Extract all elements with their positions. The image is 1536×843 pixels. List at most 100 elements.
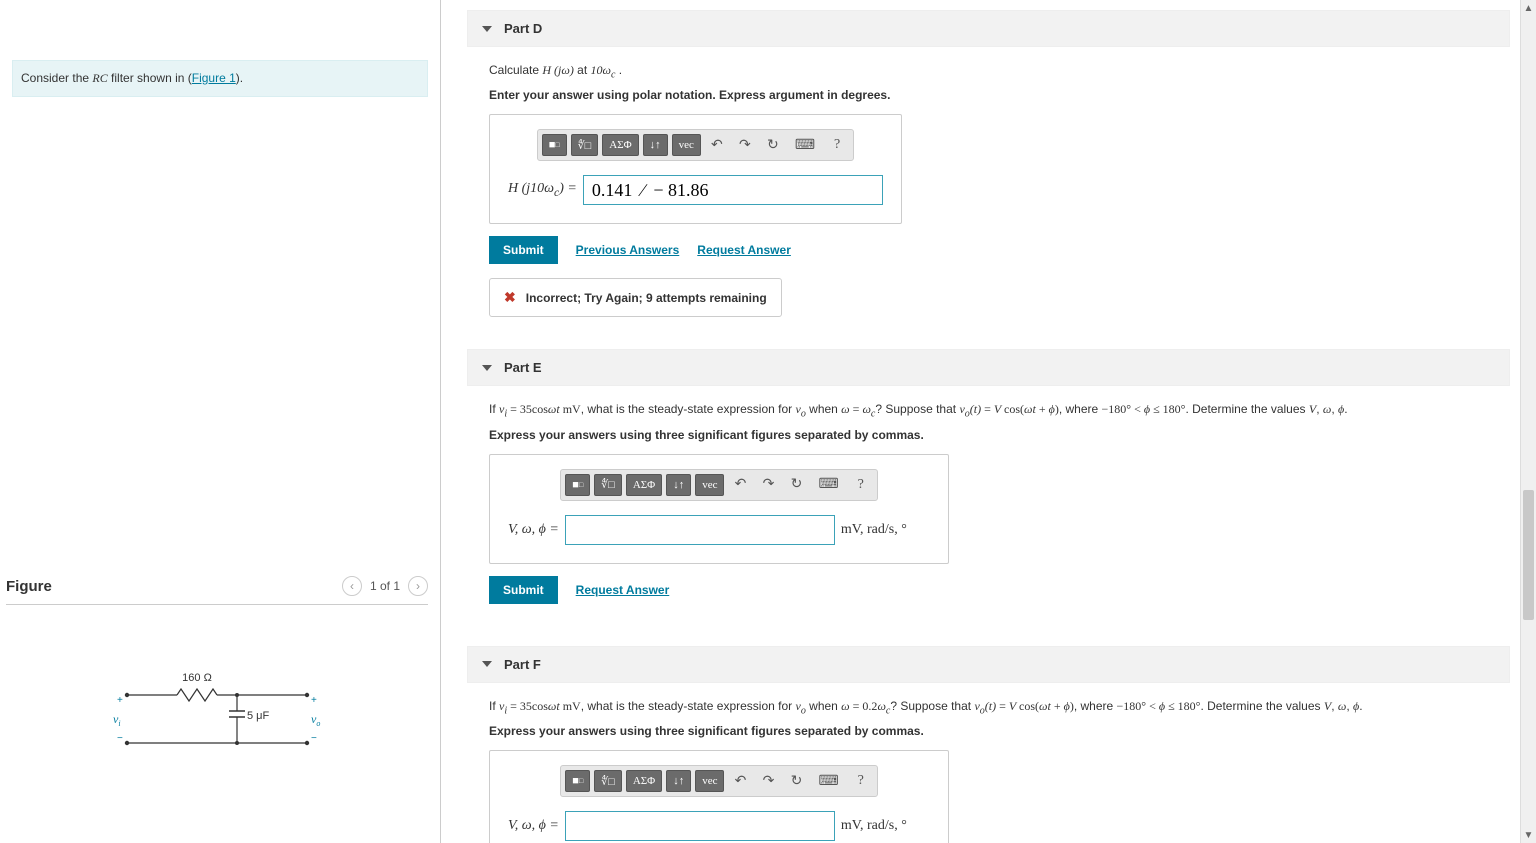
help-button[interactable]: ? bbox=[849, 770, 873, 792]
part-f-header[interactable]: Part F bbox=[467, 646, 1510, 683]
part-d-answer-input[interactable] bbox=[583, 175, 883, 205]
part-e-prompt: If vi = 35cosωt mV, what is the steady-s… bbox=[489, 400, 1488, 421]
reset-button[interactable]: ↻ bbox=[784, 474, 808, 496]
greek-button[interactable]: ΑΣΦ bbox=[602, 134, 638, 156]
figure-prev-button[interactable]: ‹ bbox=[342, 576, 362, 596]
part-d-feedback: ✖ Incorrect; Try Again; 9 attempts remai… bbox=[489, 278, 782, 317]
sqrt-button[interactable]: ∜□ bbox=[594, 474, 622, 496]
part-e-answer-input[interactable] bbox=[565, 515, 835, 545]
scroll-thumb[interactable] bbox=[1523, 490, 1534, 620]
part-d: Part D Calculate H (jω) at 10ωc . Enter … bbox=[467, 10, 1510, 331]
request-answer-link[interactable]: Request Answer bbox=[697, 243, 791, 257]
right-panel: Part D Calculate H (jω) at 10ωc . Enter … bbox=[441, 0, 1536, 843]
vec-button[interactable]: vec bbox=[695, 770, 724, 792]
caret-down-icon bbox=[482, 26, 492, 32]
reset-button[interactable]: ↻ bbox=[784, 770, 808, 792]
undo-button[interactable]: ↶ bbox=[728, 770, 752, 792]
svg-text:−: − bbox=[117, 733, 123, 744]
submit-button[interactable]: Submit bbox=[489, 576, 558, 604]
figure-body[interactable]: 160 Ω 5 μF + vi − + vo − bbox=[6, 605, 428, 835]
part-d-answer-box: ■□ ∜□ ΑΣΦ ↓↑ vec ↶ ↷ ↻ ⌨ ? H (j10ω bbox=[489, 114, 902, 224]
keyboard-button[interactable]: ⌨ bbox=[789, 134, 821, 156]
caret-down-icon bbox=[482, 365, 492, 371]
svg-text:vo: vo bbox=[311, 712, 320, 728]
part-f-prompt: If vi = 35cosωt mV, what is the steady-s… bbox=[489, 697, 1488, 718]
keyboard-button[interactable]: ⌨ bbox=[812, 474, 844, 496]
greek-button[interactable]: ΑΣΦ bbox=[626, 474, 662, 496]
sqrt-button[interactable]: ∜□ bbox=[594, 770, 622, 792]
part-f-instruction: Express your answers using three signifi… bbox=[489, 724, 1488, 738]
problem-text-prefix: Consider the bbox=[21, 71, 92, 85]
scroll-down-icon[interactable]: ▼ bbox=[1521, 827, 1536, 843]
template-button[interactable]: ■□ bbox=[565, 770, 590, 792]
vec-button[interactable]: vec bbox=[672, 134, 701, 156]
resistor-label: 160 Ω bbox=[182, 672, 212, 684]
reset-button[interactable]: ↻ bbox=[761, 134, 785, 156]
vec-button[interactable]: vec bbox=[695, 474, 724, 496]
redo-button[interactable]: ↷ bbox=[756, 474, 780, 496]
part-d-title: Part D bbox=[504, 21, 542, 36]
incorrect-icon: ✖ bbox=[504, 289, 516, 306]
template-button[interactable]: ■□ bbox=[565, 474, 590, 496]
figure-pager: ‹ 1 of 1 › bbox=[342, 576, 428, 596]
template-button[interactable]: ■□ bbox=[542, 134, 567, 156]
submit-button[interactable]: Submit bbox=[489, 236, 558, 264]
part-f-answer-input[interactable] bbox=[565, 811, 835, 841]
feedback-text: Incorrect; Try Again; 9 attempts remaini… bbox=[526, 291, 767, 305]
problem-rc: RC bbox=[92, 71, 107, 85]
answer-toolbar: ■□ ∜□ ΑΣΦ ↓↑ vec ↶ ↷ ↻ ⌨ ? bbox=[560, 469, 877, 501]
undo-button[interactable]: ↶ bbox=[728, 474, 752, 496]
part-f-answer-box: ■□ ∜□ ΑΣΦ ↓↑ vec ↶ ↷ ↻ ⌨ ? V, ω, ϕ bbox=[489, 750, 949, 843]
figure-header: Figure ‹ 1 of 1 › bbox=[6, 568, 428, 605]
part-d-answer-label: H (j10ωc) = bbox=[508, 181, 577, 199]
part-e: Part E If vi = 35cosωt mV, what is the s… bbox=[467, 349, 1510, 627]
keyboard-button[interactable]: ⌨ bbox=[812, 770, 844, 792]
part-f-title: Part F bbox=[504, 657, 541, 672]
part-e-actions: Submit Request Answer bbox=[489, 576, 1488, 604]
problem-text-suffix: ). bbox=[236, 71, 243, 85]
part-f-answer-label: V, ω, ϕ = bbox=[508, 818, 559, 834]
part-f-units: mV, rad/s, ° bbox=[841, 818, 907, 834]
part-e-header[interactable]: Part E bbox=[467, 349, 1510, 386]
problem-text-mid: filter shown in ( bbox=[108, 71, 192, 85]
previous-answers-link[interactable]: Previous Answers bbox=[576, 243, 680, 257]
part-d-prompt: Calculate H (jω) at 10ωc . bbox=[489, 61, 1488, 82]
figure-title: Figure bbox=[6, 578, 52, 595]
help-button[interactable]: ? bbox=[825, 134, 849, 156]
part-d-instruction: Enter your answer using polar notation. … bbox=[489, 88, 1488, 102]
figure-next-button[interactable]: › bbox=[408, 576, 428, 596]
right-scrollbar[interactable]: ▲ ▼ bbox=[1520, 0, 1536, 843]
figure-link[interactable]: Figure 1 bbox=[192, 71, 236, 85]
undo-button[interactable]: ↶ bbox=[705, 134, 729, 156]
svg-text:−: − bbox=[311, 733, 317, 744]
caret-down-icon bbox=[482, 661, 492, 667]
request-answer-link[interactable]: Request Answer bbox=[576, 583, 670, 597]
part-e-answer-label: V, ω, ϕ = bbox=[508, 522, 559, 538]
part-f: Part F If vi = 35cosωt mV, what is the s… bbox=[467, 646, 1510, 843]
redo-button[interactable]: ↷ bbox=[733, 134, 757, 156]
capacitor-label: 5 μF bbox=[247, 710, 270, 722]
arrows-button[interactable]: ↓↑ bbox=[666, 770, 691, 792]
svg-text:+: + bbox=[117, 695, 123, 706]
part-e-answer-box: ■□ ∜□ ΑΣΦ ↓↑ vec ↶ ↷ ↻ ⌨ ? V, ω, ϕ bbox=[489, 454, 949, 564]
arrows-button[interactable]: ↓↑ bbox=[666, 474, 691, 496]
figure-panel: Figure ‹ 1 of 1 › bbox=[0, 568, 440, 843]
redo-button[interactable]: ↷ bbox=[756, 770, 780, 792]
part-e-instruction: Express your answers using three signifi… bbox=[489, 428, 1488, 442]
answer-toolbar: ■□ ∜□ ΑΣΦ ↓↑ vec ↶ ↷ ↻ ⌨ ? bbox=[537, 129, 854, 161]
scroll-up-icon[interactable]: ▲ bbox=[1521, 0, 1536, 16]
arrows-button[interactable]: ↓↑ bbox=[643, 134, 668, 156]
part-d-header[interactable]: Part D bbox=[467, 10, 1510, 47]
part-e-units: mV, rad/s, ° bbox=[841, 522, 907, 538]
problem-statement: Consider the RC filter shown in (Figure … bbox=[12, 60, 428, 97]
part-e-title: Part E bbox=[504, 360, 542, 375]
help-button[interactable]: ? bbox=[849, 474, 873, 496]
circuit-diagram: 160 Ω 5 μF + vi − + vo − bbox=[107, 665, 327, 765]
sqrt-button[interactable]: ∜□ bbox=[571, 134, 599, 156]
greek-button[interactable]: ΑΣΦ bbox=[626, 770, 662, 792]
left-panel: Consider the RC filter shown in (Figure … bbox=[0, 0, 441, 843]
svg-text:vi: vi bbox=[113, 712, 121, 728]
answer-toolbar: ■□ ∜□ ΑΣΦ ↓↑ vec ↶ ↷ ↻ ⌨ ? bbox=[560, 765, 877, 797]
figure-pager-text: 1 of 1 bbox=[370, 579, 400, 593]
svg-text:+: + bbox=[311, 695, 317, 706]
